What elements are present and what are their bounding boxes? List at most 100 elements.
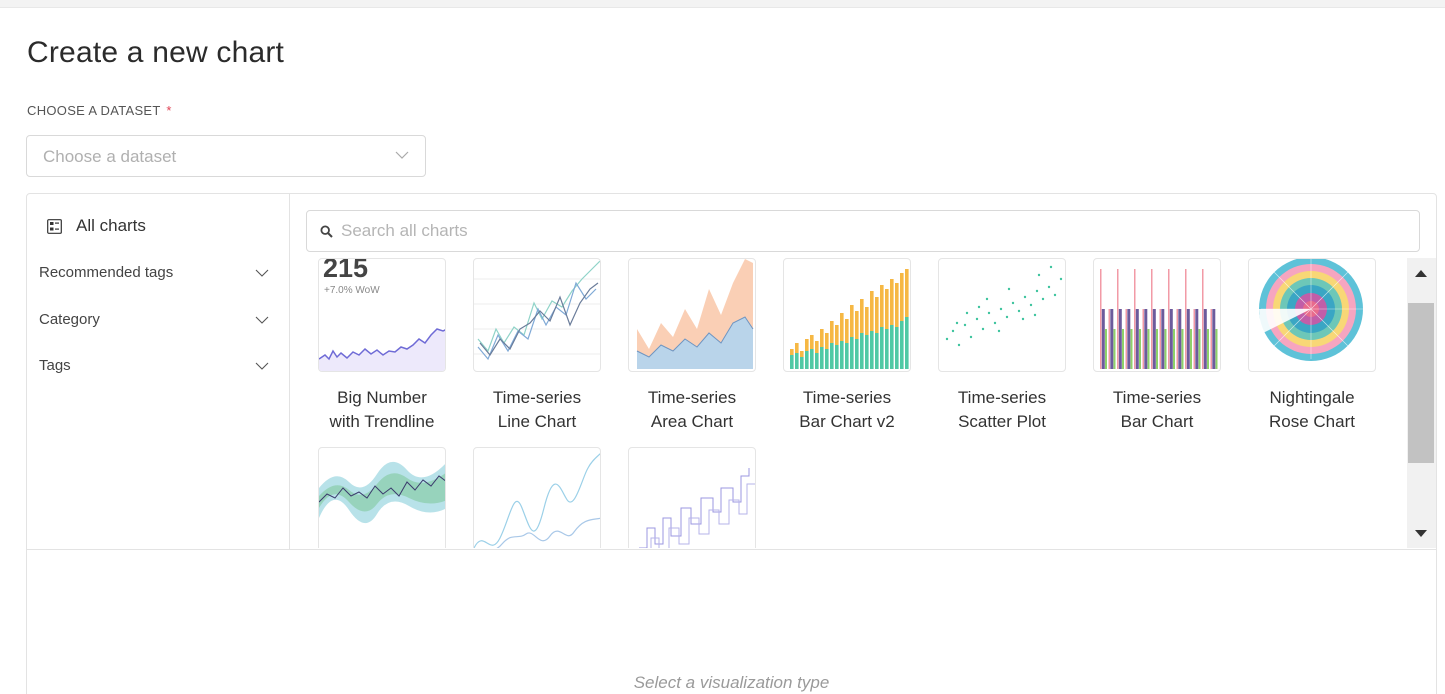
thumb-bar (830, 321, 834, 343)
chart-name-line1: Time-series (957, 388, 1047, 407)
thumb-bar (1185, 269, 1187, 369)
thumb-bar (825, 349, 829, 369)
thumb-bar (1108, 309, 1110, 369)
chart-card-rose[interactable]: Nightingale Rose Chart (1247, 258, 1377, 434)
thumb-bar (1215, 329, 1218, 369)
chart-card-band[interactable] (317, 447, 447, 548)
chart-name-line2: Rose Chart (1269, 412, 1355, 431)
chart-name-line2: Bar Chart v2 (799, 412, 895, 431)
chart-card-area[interactable]: Time-series Area Chart (627, 258, 757, 434)
chart-thumbnail: 215 +7.0% WoW (318, 258, 446, 372)
chart-name-line2: with Trendline (329, 412, 435, 431)
scroll-up-arrow-icon[interactable] (1415, 270, 1427, 277)
thumb-bar (1202, 269, 1204, 369)
thumb-bar (1198, 329, 1201, 369)
thumb-bar (890, 325, 894, 369)
thumb-bar (1159, 309, 1161, 369)
chart-search[interactable] (306, 210, 1420, 252)
thumb-point (999, 307, 1003, 311)
thumb-point (977, 305, 981, 309)
thumb-bar (875, 297, 879, 333)
thumb-point (1023, 295, 1027, 299)
thumb-bar (1176, 309, 1178, 369)
sidebar-item-label: All charts (76, 216, 146, 235)
thumb-bar (1152, 309, 1156, 369)
thumb-bar (845, 343, 849, 369)
rose-chart-thumbnail (1259, 259, 1363, 361)
sidebar-item-category[interactable]: Category (39, 311, 269, 328)
thumb-point (969, 335, 973, 339)
thumb-bar (1113, 329, 1116, 369)
chart-grid-scrollbar[interactable] (1407, 258, 1436, 548)
viz-sidebar: All charts Recommended tags Category Tag… (27, 194, 290, 549)
dataset-select-placeholder: Choose a dataset (43, 147, 177, 166)
thumb-bar (1134, 269, 1136, 369)
thumb-bar (840, 313, 844, 341)
sidebar-item-all-charts[interactable]: All charts (47, 216, 146, 236)
thumb-bar (830, 343, 834, 369)
chart-name-line2: Line Chart (497, 412, 577, 431)
thumb-bar (825, 333, 829, 349)
search-icon (320, 225, 333, 238)
thumb-bar (810, 349, 814, 369)
thumb-point (1041, 297, 1045, 301)
sidebar-item-tags[interactable]: Tags (39, 357, 269, 374)
thumb-bar (1156, 329, 1158, 369)
viz-empty-message: Select a visualization type (633, 673, 830, 692)
thumb-bar (1193, 309, 1195, 369)
thumb-bar (1190, 329, 1192, 369)
sidebar-item-recommended-tags[interactable]: Recommended tags (39, 264, 269, 281)
chart-name-line2: Scatter Plot (958, 412, 1046, 431)
thumb-bar (1161, 309, 1165, 369)
chart-card-smooth-line[interactable] (472, 447, 602, 548)
band-chart-thumbnail (319, 462, 445, 523)
chart-card-step-line[interactable] (627, 447, 757, 548)
thumb-point (981, 327, 985, 331)
thumb-bar (795, 353, 799, 369)
thumb-bar (1147, 329, 1150, 369)
chevron-down-icon (255, 269, 269, 277)
chart-card-bar-v2[interactable]: Time-series Bar Chart v2 (782, 258, 912, 434)
thumb-bar (1186, 309, 1190, 369)
thumb-bar (905, 269, 909, 317)
viz-picker-panel: All charts Recommended tags Category Tag… (26, 193, 1437, 694)
thumb-bar (895, 283, 899, 327)
chart-name-line2: Bar Chart (1120, 412, 1194, 431)
thumb-point (985, 297, 989, 301)
required-mark: * (166, 103, 172, 118)
thumb-bar (1110, 309, 1114, 369)
chart-card-big-number[interactable]: 215 +7.0% WoW Big Number with Trendline (317, 258, 447, 434)
scrollbar-thumb[interactable] (1408, 303, 1434, 463)
thumb-bar (1210, 309, 1212, 369)
thumb-point (1053, 293, 1057, 297)
chart-thumbnail (318, 447, 446, 548)
thumb-bar (845, 319, 849, 343)
chart-card-bar[interactable]: Time-series Bar Chart (1092, 258, 1222, 434)
chart-card-line[interactable]: Time-series Line Chart (472, 258, 602, 434)
thumb-point (993, 321, 997, 325)
search-input[interactable] (341, 220, 1401, 242)
sidebar-item-label: Category (39, 311, 100, 328)
chart-card-scatter[interactable]: Time-series Scatter Plot (937, 258, 1067, 434)
chart-name-line1: Nightingale (1269, 388, 1355, 407)
thumb-bar (815, 353, 819, 369)
thumb-bar (880, 285, 884, 327)
thumb-point (965, 311, 969, 315)
thumb-point (987, 311, 991, 315)
thumb-bar (1164, 329, 1167, 369)
thumb-bar (790, 355, 794, 369)
scroll-down-arrow-icon[interactable] (1415, 530, 1427, 537)
bar-chart-thumbnail (1100, 269, 1218, 369)
chart-name-line1: Time-series (802, 388, 892, 407)
thumb-point (1021, 317, 1025, 321)
thumb-point (945, 337, 949, 341)
dataset-select[interactable]: Choose a dataset (26, 135, 426, 177)
chart-card-label: Time-series Line Chart (472, 386, 602, 434)
chart-card-label: Time-series Scatter Plot (937, 386, 1067, 434)
thumb-point (1037, 273, 1041, 277)
chart-thumbnail (1093, 258, 1221, 372)
thumb-bar (1169, 309, 1173, 369)
top-divider (0, 0, 1445, 8)
chart-name-line1: Time-series (1112, 388, 1202, 407)
thumb-bar (895, 327, 899, 369)
